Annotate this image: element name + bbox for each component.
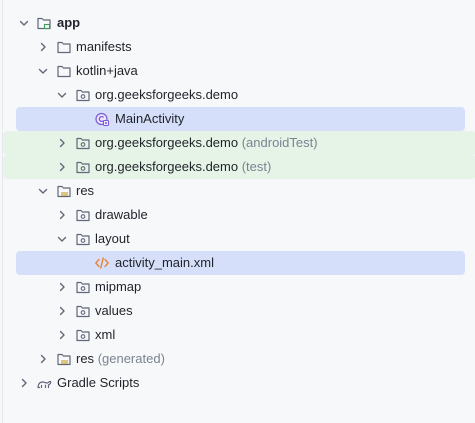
tree-item-label: res xyxy=(76,183,95,198)
package-folder-icon xyxy=(75,303,91,319)
package-folder-icon xyxy=(75,87,91,103)
tree-item-package-main[interactable]: org.geeksforgeeks.demo xyxy=(3,83,475,107)
tree-item-main-activity[interactable]: MainActivity xyxy=(3,107,475,131)
chevron-right-icon[interactable] xyxy=(17,376,31,390)
tree-item-meta: (androidTest) xyxy=(241,135,318,150)
tree-item-label: app xyxy=(57,15,81,30)
tree-item-label: drawable xyxy=(95,207,148,222)
package-folder-icon xyxy=(75,231,91,247)
chevron-down-icon[interactable] xyxy=(55,232,69,246)
tree-item-label: layout xyxy=(95,231,130,246)
tree-item-package-test[interactable]: org.geeksforgeeks.demo (test) xyxy=(3,155,475,179)
chevron-right-icon[interactable] xyxy=(36,40,50,54)
tree-item-gradle-scripts[interactable]: Gradle Scripts xyxy=(3,371,475,395)
folder-icon xyxy=(56,63,72,79)
resource-folder-icon xyxy=(56,183,72,199)
tree-item-label: xml xyxy=(95,327,116,342)
tree-item-meta: (generated) xyxy=(97,351,165,366)
chevron-right-icon[interactable] xyxy=(55,328,69,342)
chevron-down-icon[interactable] xyxy=(55,88,69,102)
chevron-down-icon[interactable] xyxy=(36,64,50,78)
chevron-right-icon[interactable] xyxy=(55,208,69,222)
package-folder-icon xyxy=(75,207,91,223)
gradle-elephant-icon xyxy=(36,375,52,391)
tree-item-label: kotlin+java xyxy=(76,63,138,78)
chevron-right-icon[interactable] xyxy=(55,280,69,294)
tree-item-drawable[interactable]: drawable xyxy=(3,203,475,227)
tree-item-app[interactable]: app xyxy=(3,11,475,35)
kotlin-activity-icon xyxy=(94,111,110,127)
tree-item-values[interactable]: values xyxy=(3,299,475,323)
package-folder-icon xyxy=(75,279,91,295)
tree-item-layout[interactable]: layout xyxy=(3,227,475,251)
tree-item-label: res xyxy=(76,351,95,366)
chevron-down-icon[interactable] xyxy=(36,184,50,198)
xml-file-icon xyxy=(94,255,110,271)
tree-item-res-generated[interactable]: res (generated) xyxy=(3,347,475,371)
package-folder-icon xyxy=(75,327,91,343)
tree-item-label: mipmap xyxy=(95,279,142,294)
tree-item-manifests[interactable]: manifests xyxy=(3,35,475,59)
module-folder-icon xyxy=(36,15,52,31)
chevron-down-icon[interactable] xyxy=(17,16,31,30)
project-tree-panel: app manifests kotlin+java org.geeksforge… xyxy=(2,0,475,423)
tree-item-res[interactable]: res xyxy=(3,179,475,203)
package-folder-icon xyxy=(75,159,91,175)
tree-item-label: org.geeksforgeeks.demo xyxy=(95,87,239,102)
selection-highlight xyxy=(16,107,465,131)
tree-item-label: org.geeksforgeeks.demo xyxy=(95,135,239,150)
tree-item-kotlin-java[interactable]: kotlin+java xyxy=(3,59,475,83)
selection-highlight xyxy=(16,251,465,275)
chevron-right-icon[interactable] xyxy=(36,352,50,366)
tree-item-package-android-test[interactable]: org.geeksforgeeks.demo (androidTest) xyxy=(3,131,475,155)
tree-item-label: MainActivity xyxy=(115,111,185,126)
tree-item-label: org.geeksforgeeks.demo xyxy=(95,159,239,174)
package-folder-icon xyxy=(75,135,91,151)
tree-item-label: manifests xyxy=(76,39,132,54)
tree-item-meta: (test) xyxy=(241,159,272,174)
chevron-right-icon[interactable] xyxy=(55,136,69,150)
resource-folder-icon xyxy=(56,351,72,367)
tree-item-label: values xyxy=(95,303,133,318)
tree-item-xml[interactable]: xml xyxy=(3,323,475,347)
tree-item-label: activity_main.xml xyxy=(115,255,214,270)
chevron-right-icon[interactable] xyxy=(55,304,69,318)
tree-item-label: Gradle Scripts xyxy=(57,375,140,390)
folder-icon xyxy=(56,39,72,55)
tree-item-activity-main-xml[interactable]: activity_main.xml xyxy=(3,251,475,275)
tree-item-mipmap[interactable]: mipmap xyxy=(3,275,475,299)
chevron-right-icon[interactable] xyxy=(55,160,69,174)
